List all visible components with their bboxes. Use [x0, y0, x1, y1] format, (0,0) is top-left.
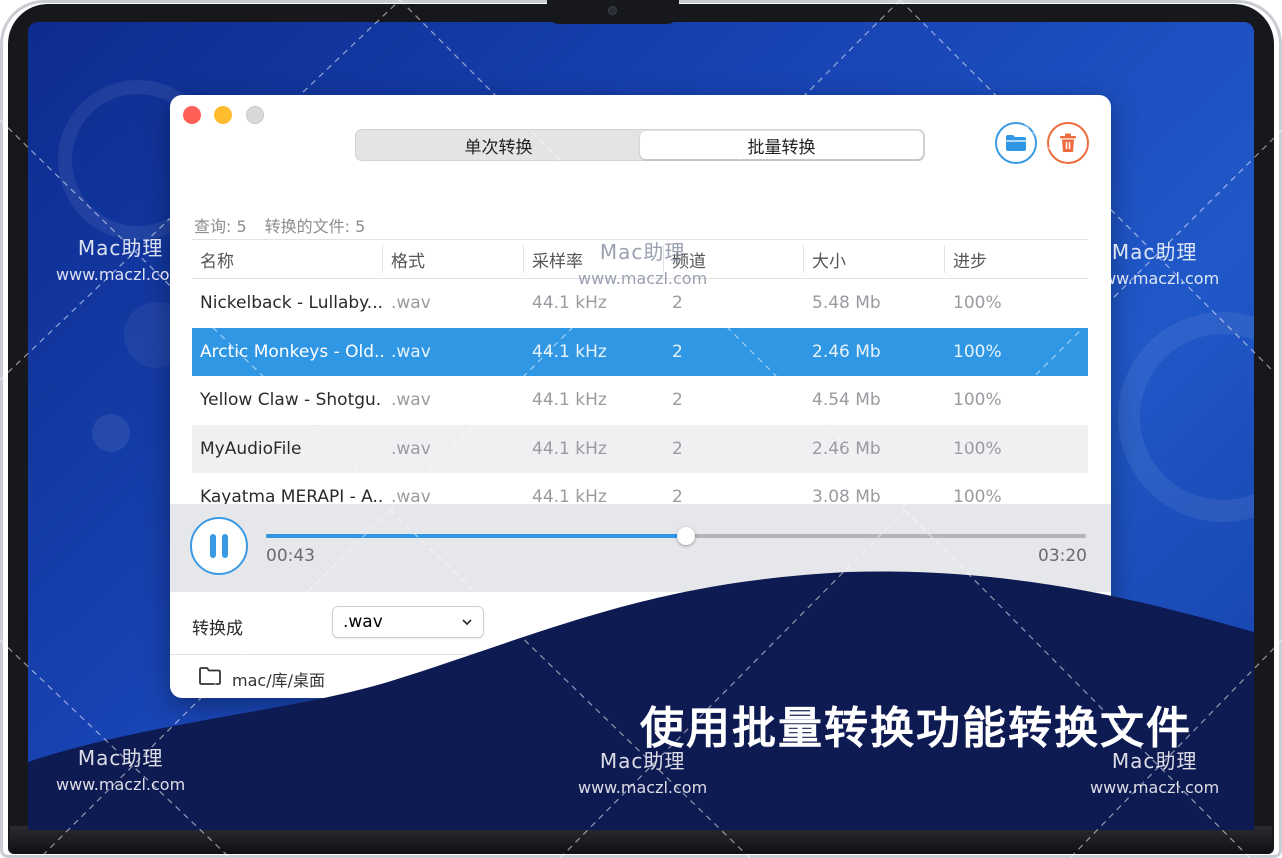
channels-cell: 2 [672, 390, 683, 411]
stats-bar: 查询: 5 转换的文件: 5 [194, 213, 365, 237]
sample-rate-cell: 44.1 kHz [532, 390, 607, 411]
decor-dot [92, 414, 130, 452]
folder-icon [1006, 135, 1026, 151]
size-cell: 2.46 Mb [812, 341, 881, 362]
open-folder-button[interactable] [995, 122, 1037, 164]
format-cell: .wav [391, 341, 431, 362]
size-cell: 5.48 Mb [812, 293, 881, 314]
column-header-name[interactable]: 名称 [192, 245, 383, 273]
size-cell: 2.46 Mb [812, 438, 881, 459]
delete-button[interactable] [1047, 122, 1089, 164]
column-header-sample-rate[interactable]: 采样率 [524, 245, 664, 273]
file-name-cell: Yellow Claw - Shotgu... [200, 390, 383, 411]
app-window: 单次转换 批量转换 查询: 5 转换的文件: 5 名称 格式 采样率 频道 大小… [170, 95, 1111, 698]
headline: 使用批量转换功能转换文件 [640, 703, 1192, 754]
table-row[interactable]: Arctic Monkeys - Old... .wav 44.1 kHz 2 2.46… [192, 327, 1088, 376]
progress-cell: 100% [953, 390, 1002, 411]
table-row[interactable]: Yellow Claw - Shotgu... .wav 44.1 kHz 2 4.54… [192, 376, 1088, 425]
format-cell: .wav [391, 293, 431, 314]
screen: 单次转换 批量转换 查询: 5 转换的文件: 5 名称 格式 采样率 频道 大小… [28, 22, 1254, 830]
decor-ring [1118, 312, 1254, 522]
size-cell: 4.54 Mb [812, 390, 881, 411]
elapsed-time: 00:43 [266, 546, 315, 566]
camera-icon [608, 6, 617, 15]
format-cell: .wav [391, 390, 431, 411]
trash-icon [1060, 133, 1076, 152]
column-header-size[interactable]: 大小 [804, 245, 945, 273]
tab-single-convert[interactable]: 单次转换 [357, 131, 640, 159]
sample-rate-cell: 44.1 kHz [532, 438, 607, 459]
pause-icon [210, 534, 216, 558]
column-header-channels[interactable]: 频道 [664, 245, 804, 273]
laptop-chin [10, 826, 1272, 854]
convert-to-label: 转换成 [192, 619, 243, 639]
audio-player: 00:43 03:20 [170, 504, 1111, 592]
progress-cell: 100% [953, 438, 1002, 459]
table-row[interactable]: Nickelback - Lullaby.... .wav 44.1 kHz 2 5.4… [192, 279, 1088, 328]
file-name-cell: Arctic Monkeys - Old... [200, 341, 383, 362]
table-row[interactable]: MyAudioFile .wav 44.1 kHz 2 2.46 Mb 100% [192, 424, 1088, 473]
seek-thumb[interactable] [676, 527, 695, 545]
close-window-button[interactable] [183, 106, 201, 124]
seek-progress [266, 534, 686, 538]
channels-cell: 2 [672, 293, 683, 314]
sample-rate-cell: 44.1 kHz [532, 341, 607, 362]
progress-cell: 100% [953, 341, 1002, 362]
format-cell: .wav [391, 438, 431, 459]
channels-cell: 2 [672, 438, 683, 459]
pause-icon [222, 534, 228, 558]
file-name-cell: Nickelback - Lullaby.... [200, 293, 383, 314]
channels-cell: 2 [672, 341, 683, 362]
table-header: 名称 格式 采样率 频道 大小 进步 [192, 239, 1088, 279]
chevron-down-icon [462, 619, 472, 626]
progress-cell: 100% [953, 293, 1002, 314]
sample-rate-cell: 44.1 kHz [532, 293, 607, 314]
column-header-progress[interactable]: 进步 [945, 245, 1088, 273]
camera-notch [547, 0, 679, 24]
query-count: 查询: 5 [194, 217, 247, 236]
seek-slider[interactable] [266, 527, 1086, 545]
folder-outline-icon [199, 667, 221, 685]
pause-button[interactable] [190, 517, 248, 575]
convert-settings: 转换成 .wav [170, 592, 1111, 655]
minimize-window-button[interactable] [214, 106, 232, 124]
output-path: mac/库/桌面 [232, 671, 325, 690]
total-time: 03:20 [1038, 546, 1087, 566]
column-header-format[interactable]: 格式 [383, 245, 524, 273]
format-select[interactable]: .wav [332, 606, 484, 638]
file-table: 名称 格式 采样率 频道 大小 进步 Nickelback - Lullaby.… [192, 239, 1088, 522]
converted-count: 转换的文件: 5 [264, 217, 366, 236]
zoom-window-button[interactable] [246, 106, 264, 124]
format-select-value: .wav [343, 612, 383, 632]
tab-batch-convert[interactable]: 批量转换 [640, 131, 923, 159]
mode-segmented-control: 单次转换 批量转换 [355, 129, 925, 161]
file-name-cell: MyAudioFile [200, 438, 302, 459]
